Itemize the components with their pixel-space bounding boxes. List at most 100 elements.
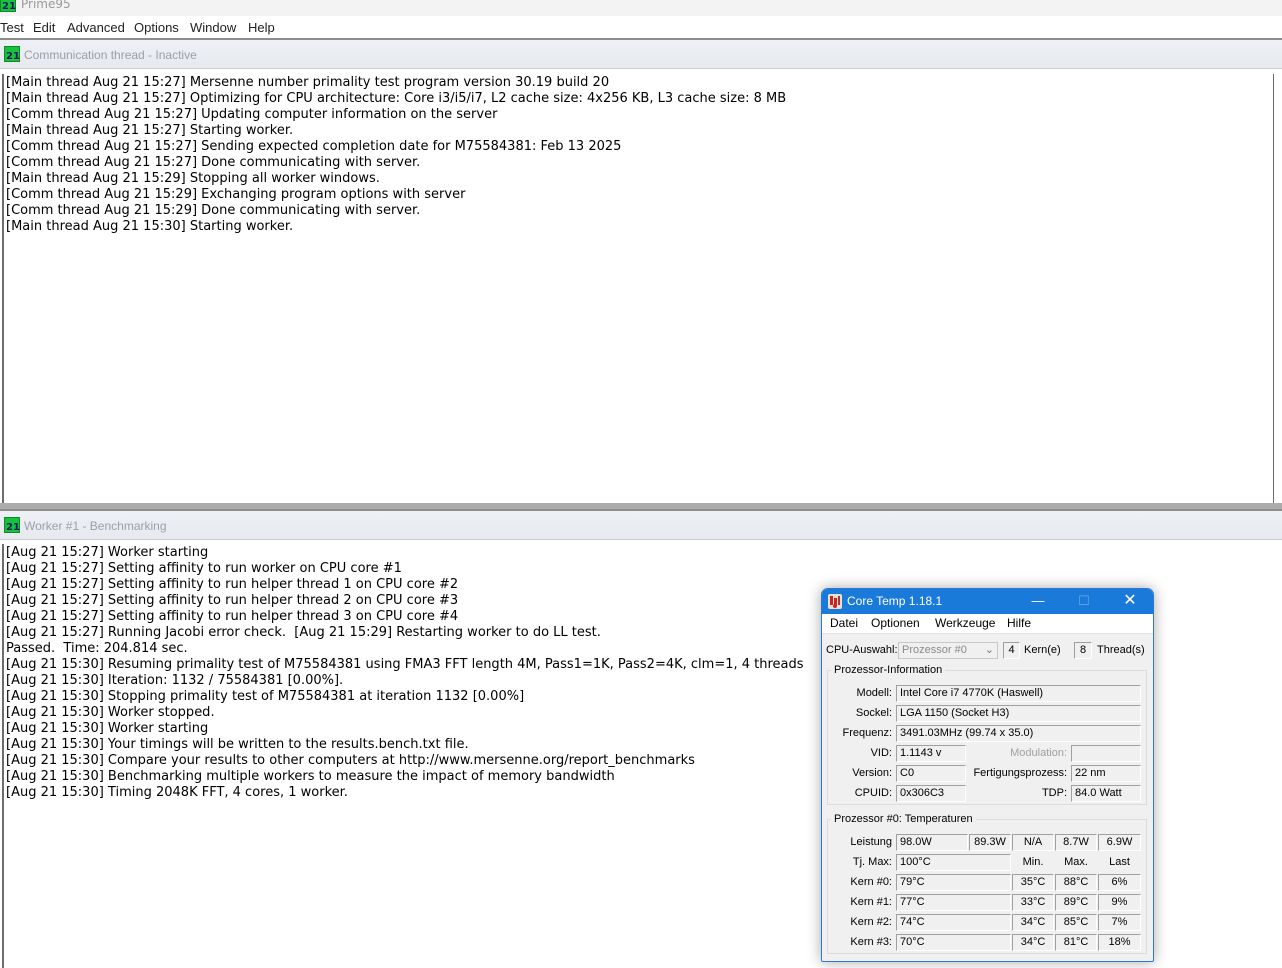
log-line: [Main thread Aug 21 15:27] Optimizing fo… [6,91,787,106]
prime95-icon: 2 1 [0,0,16,12]
core-min: 34°C [1012,914,1054,931]
prime95-icon: 2 1 [4,517,20,533]
ct-menu-optionen[interactable]: Optionen [871,616,920,630]
close-button[interactable]: ✕ [1107,589,1153,614]
modulation-value [1071,745,1141,762]
log-line: [Comm thread Aug 21 15:29] Done communic… [6,203,421,218]
log-line: [Main thread Aug 21 15:27] Starting work… [6,123,294,138]
version-label: Version: [852,767,892,779]
app-titlebar[interactable]: 2 1 Prime95 [0,0,1282,16]
socket-label: Sockel: [855,707,892,719]
power-label: Leistung [850,836,892,848]
cores-label: Kern(e) [1024,644,1061,656]
core-load: 6% [1098,874,1141,891]
minimize-button[interactable]: — [1015,589,1061,614]
core-max: 81°C [1055,934,1097,951]
maximize-button[interactable]: ☐ [1061,589,1107,614]
svg-text:1: 1 [13,51,20,62]
threads-label: Thread(s) [1097,644,1145,656]
frequency-label: Frequenz: [842,727,892,739]
coretemp-menubar: Datei Optionen Werkzeuge Hilfe [822,614,1153,634]
log-line: [Main thread Aug 21 15:27] Mersenne numb… [6,75,610,90]
log-line: [Comm thread Aug 21 15:27] Done communic… [6,155,421,170]
core-max: 85°C [1055,914,1097,931]
worker-titlebar[interactable]: 2 1 Worker #1 - Benchmarking [0,511,1282,540]
menu-options[interactable]: Options [134,20,179,35]
menubar: Test Edit Advanced Options Window Help [0,16,1282,38]
log-line: [Aug 21 15:27] Worker starting [6,545,209,560]
core-label: Kern #0: [850,876,892,888]
cpuid-value: 0x306C3 [896,785,966,802]
socket-value: LGA 1150 (Socket H3) [896,705,1141,722]
cpuid-label: CPUID: [854,787,892,799]
cpu-select-value: Prozessor #0 [902,644,967,656]
core-min: 34°C [1012,934,1054,951]
menu-edit[interactable]: Edit [33,20,55,35]
core-min: 35°C [1012,874,1054,891]
app-title: Prime95 [21,0,71,11]
process-value: 22 nm [1071,765,1141,782]
chevron-down-icon: ⌄ [984,644,994,656]
ct-menu-hilfe[interactable]: Hilfe [1007,616,1031,630]
tjmax-label: Tj. Max: [852,856,892,868]
core-temp: 70°C [896,934,1011,951]
cpu-select-label: CPU-Auswahl: [826,644,898,656]
log-line: [Comm thread Aug 21 15:29] Exchanging pr… [6,187,466,202]
core-temp: 74°C [896,914,1011,931]
core-label: Kern #3: [850,936,892,948]
tjmax-value: 100°C [896,854,1011,871]
version-value: C0 [896,765,966,782]
menu-window[interactable]: Window [190,20,236,35]
prime95-icon: 2 1 [4,46,20,62]
thermometer-icon [828,594,842,609]
log-line: [Aug 21 15:27] Setting affinity to run w… [6,561,402,576]
power-dram: 6.9W [1098,834,1141,851]
core-label: Kern #2: [850,916,892,928]
worker-title: Worker #1 - Benchmarking [24,519,167,533]
power-uncore: 8.7W [1055,834,1097,851]
model-label: Modell: [856,687,892,699]
processor-info-title: Prozessor-Information [831,664,946,676]
core-load: 18% [1098,934,1141,951]
log-line: [Comm thread Aug 21 15:27] Sending expec… [6,139,622,154]
svg-text:2: 2 [6,522,13,533]
ct-menu-werkzeuge[interactable]: Werkzeuge [935,616,995,630]
menu-advanced[interactable]: Advanced [67,20,125,35]
comm-thread-title: Communication thread - Inactive [24,48,197,62]
svg-text:2: 2 [2,1,9,12]
threads-count: 8 [1074,642,1092,659]
power-package: 98.0W [896,834,968,851]
power-gt: N/A [1012,834,1054,851]
menu-help[interactable]: Help [248,20,275,35]
svg-text:2: 2 [6,51,13,62]
frequency-value: 3491.03MHz (99.74 x 35.0) [896,725,1141,742]
cpu-select-dropdown[interactable]: Prozessor #0 ⌄ [898,642,998,659]
process-label: Fertigungsprozess: [973,767,1067,779]
vid-value: 1.1143 v [896,745,966,762]
tdp-label: TDP: [1041,787,1067,799]
model-value: Intel Core i7 4770K (Haswell) [896,685,1141,702]
power-ia: 89.3W [969,834,1011,851]
svg-text:1: 1 [9,1,16,12]
coretemp-window[interactable]: Core Temp 1.18.1 — ☐ ✕ Datei Optionen We… [821,588,1154,962]
tdp-value: 84.0 Watt [1071,785,1141,802]
col-min-header: Min. [1022,856,1044,868]
log-line: [Comm thread Aug 21 15:27] Updating comp… [6,107,498,122]
coretemp-titlebar[interactable]: Core Temp 1.18.1 — ☐ ✕ [822,589,1153,614]
core-max: 89°C [1055,894,1097,911]
comm-thread-window[interactable]: 2 1 Communication thread - Inactive [Mai… [0,38,1282,503]
core-load: 9% [1098,894,1141,911]
core-max: 88°C [1055,874,1097,891]
log-line: [Main thread Aug 21 15:30] Starting work… [6,219,294,234]
core-temp: 79°C [896,874,1011,891]
menu-test[interactable]: Test [0,20,24,35]
modulation-label: Modulation: [1010,747,1067,759]
core-temp: 77°C [896,894,1011,911]
coretemp-title: Core Temp 1.18.1 [847,594,943,608]
comm-thread-log[interactable]: [Main thread Aug 21 15:27] Mersenne numb… [2,74,1274,503]
comm-thread-titlebar[interactable]: 2 1 Communication thread - Inactive [0,40,1282,69]
core-label: Kern #1: [850,896,892,908]
log-line: [Main thread Aug 21 15:29] Stopping all … [6,171,380,186]
cores-count: 4 [1003,642,1020,659]
ct-menu-datei[interactable]: Datei [830,616,858,630]
